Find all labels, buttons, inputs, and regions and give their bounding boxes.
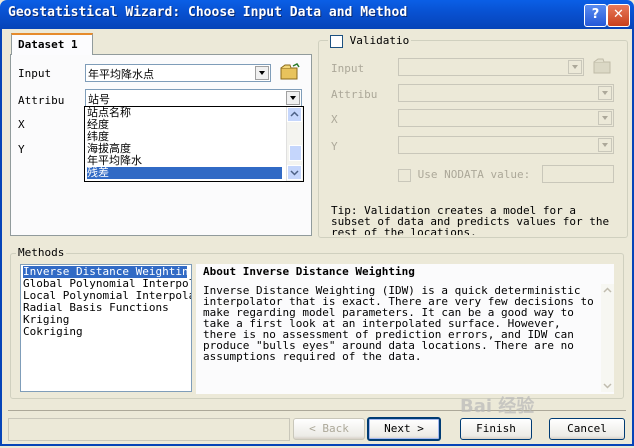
- attribute-value: 站号: [88, 93, 110, 106]
- val-y-label: Y: [331, 140, 338, 153]
- input-label: Input: [18, 67, 52, 80]
- folder-icon: [280, 63, 300, 80]
- back-label: < Back: [309, 422, 349, 435]
- scroll-down-icon[interactable]: [601, 379, 614, 392]
- close-button[interactable]: ✕: [607, 4, 630, 27]
- validation-tip: Tip: Validation creates a model for a su…: [331, 205, 610, 235]
- nodata-row: Use NODATA value:: [398, 168, 530, 182]
- cancel-button[interactable]: Cancel: [549, 418, 625, 440]
- window-title: Geostatistical Wizard: Choose Input Data…: [8, 5, 408, 20]
- tab-label: Dataset 1: [18, 38, 78, 51]
- list-item[interactable]: 经度: [87, 119, 282, 131]
- chevron-down-icon: [598, 138, 612, 152]
- attribute-dropdown-list[interactable]: 站点名称 经度 纬度 海拔高度 年平均降水 残差: [84, 106, 304, 182]
- methods-header: Methods: [16, 246, 67, 259]
- scroll-up-icon[interactable]: [287, 107, 302, 122]
- chevron-down-icon: [598, 86, 612, 100]
- val-folder-button: [592, 56, 614, 76]
- finish-button[interactable]: Finish: [460, 418, 532, 440]
- status-area: [8, 418, 290, 441]
- x-label: X: [18, 118, 25, 131]
- val-attribute-label: Attribu: [331, 88, 378, 101]
- scroll-down-icon[interactable]: [287, 165, 302, 180]
- chevron-down-icon[interactable]: [286, 91, 300, 105]
- next-button[interactable]: Next >: [367, 417, 441, 441]
- input-value: 年平均降水点: [88, 68, 154, 81]
- list-item-selected[interactable]: 残差: [87, 167, 282, 179]
- val-input-combo: [398, 58, 584, 76]
- nodata-value-field: [542, 165, 614, 183]
- description-title: About Inverse Distance Weighting: [203, 265, 415, 278]
- validation-header: Validatio: [328, 34, 412, 48]
- list-item[interactable]: 年平均降水: [87, 155, 282, 167]
- val-x-label: X: [331, 113, 338, 126]
- attribute-label: Attribu: [18, 94, 65, 107]
- list-item[interactable]: 站点名称: [87, 107, 282, 119]
- nodata-checkbox: [398, 168, 411, 182]
- finish-label: Finish: [476, 422, 516, 435]
- methods-list[interactable]: Inverse Distance Weighting Global Polyno…: [20, 264, 192, 392]
- folder-icon: [593, 58, 611, 74]
- back-button[interactable]: < Back: [293, 418, 365, 440]
- scroll-up-icon[interactable]: [601, 284, 614, 297]
- chevron-down-icon: [598, 111, 612, 125]
- description-scrollbar[interactable]: [601, 284, 614, 392]
- chevron-down-icon: [568, 60, 582, 74]
- validation-label: Validatio: [349, 34, 410, 47]
- val-attribute-combo: [398, 84, 614, 102]
- open-folder-button[interactable]: [279, 62, 301, 82]
- watermark: Bai 经验: [460, 396, 535, 417]
- val-y-combo: [398, 136, 614, 154]
- chevron-down-icon[interactable]: [255, 66, 269, 80]
- scroll-thumb[interactable]: [289, 145, 302, 161]
- attribute-combo[interactable]: 站号: [85, 89, 302, 107]
- next-label: Next >: [384, 422, 424, 435]
- val-x-combo: [398, 109, 614, 127]
- val-input-label: Input: [331, 62, 365, 75]
- validation-checkbox[interactable]: [330, 34, 343, 48]
- y-label: Y: [18, 143, 25, 156]
- help-button[interactable]: ?: [584, 4, 607, 27]
- description-text: Inverse Distance Weighting (IDW) is a qu…: [203, 284, 594, 363]
- nodata-label: Use NODATA value:: [417, 168, 531, 181]
- method-item[interactable]: Cokriging: [23, 326, 83, 338]
- tab-dataset-1[interactable]: Dataset 1: [11, 33, 93, 55]
- input-combo[interactable]: 年平均降水点: [85, 64, 271, 82]
- dropdown-scrollbar[interactable]: [286, 107, 303, 181]
- cancel-label: Cancel: [567, 422, 607, 435]
